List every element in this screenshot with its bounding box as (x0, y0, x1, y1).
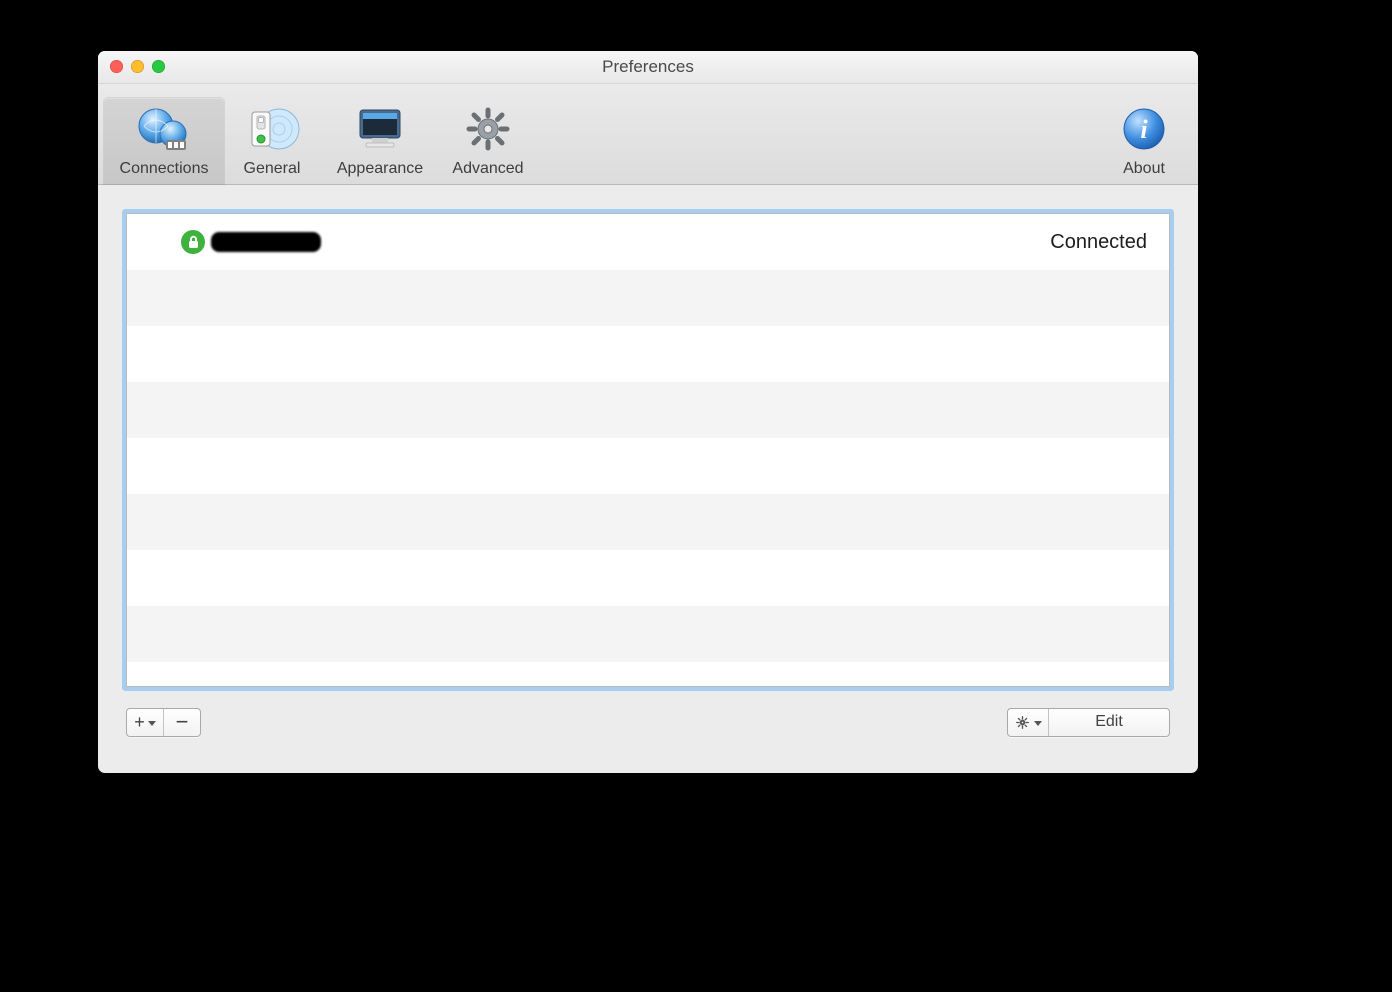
edit-button-label: Edit (1095, 713, 1123, 731)
tab-label: General (224, 160, 320, 178)
table-row[interactable] (127, 606, 1169, 662)
general-icon (244, 104, 300, 154)
table-row[interactable] (127, 382, 1169, 438)
table-row[interactable] (127, 270, 1169, 326)
dropdown-caret-icon (1034, 721, 1042, 726)
table-row[interactable] (127, 494, 1169, 550)
gear-icon (1014, 714, 1031, 731)
add-remove-segment: + − (126, 708, 201, 737)
table-row[interactable] (127, 550, 1169, 606)
preferences-window: Preferences (98, 51, 1198, 773)
tab-general[interactable]: General (224, 98, 320, 184)
table-row[interactable] (127, 438, 1169, 494)
footer-bar: + − (126, 687, 1170, 745)
tab-label: About (1096, 160, 1192, 178)
tab-advanced[interactable]: Advanced (440, 98, 536, 184)
action-edit-segment: Edit (1007, 708, 1170, 737)
remove-button[interactable]: − (163, 709, 200, 736)
content-area: ver name Connected + − (98, 185, 1198, 773)
close-button[interactable] (110, 60, 123, 73)
action-menu-button[interactable] (1008, 709, 1048, 736)
advanced-icon (460, 104, 516, 154)
zoom-button[interactable] (152, 60, 165, 73)
table-row[interactable] (127, 326, 1169, 382)
dropdown-caret-icon (148, 721, 156, 726)
tab-about[interactable]: i About (1096, 98, 1192, 184)
connection-status: Connected (1050, 231, 1147, 254)
connections-list[interactable]: ver name Connected (126, 213, 1170, 687)
connections-icon (136, 104, 192, 154)
add-button[interactable]: + (127, 709, 163, 736)
tab-label: Advanced (440, 160, 536, 178)
tab-appearance[interactable]: Appearance (320, 98, 440, 184)
tab-label: Appearance (320, 160, 440, 178)
redacted-name (211, 232, 321, 252)
about-icon: i (1116, 104, 1172, 154)
plus-icon: + (134, 712, 145, 733)
tab-label: Connections (104, 160, 224, 178)
svg-text:i: i (1140, 115, 1148, 144)
minimize-button[interactable] (131, 60, 144, 73)
traffic-lights (110, 60, 165, 73)
connection-row[interactable]: ver name Connected (127, 214, 1169, 270)
lock-icon (181, 230, 205, 254)
titlebar: Preferences (98, 51, 1198, 84)
edit-button[interactable]: Edit (1048, 709, 1169, 736)
appearance-icon (352, 104, 408, 154)
toolbar: Connections General (98, 84, 1198, 185)
tab-connections[interactable]: Connections (104, 98, 224, 184)
window-title: Preferences (602, 57, 694, 77)
